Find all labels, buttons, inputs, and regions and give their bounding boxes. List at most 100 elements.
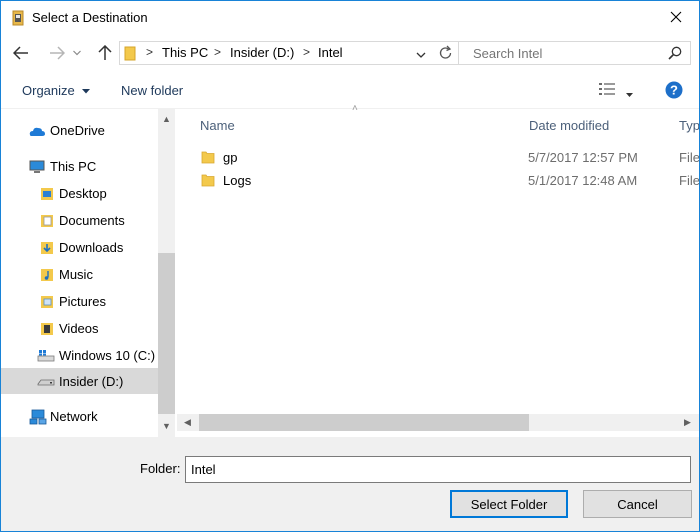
nav-vertical-scrollbar[interactable]: ▲ ▼ [158,109,175,437]
scroll-up-arrow-icon[interactable]: ▲ [162,114,171,124]
nav-item-label: Desktop [59,186,107,201]
arrow-left-icon [13,46,28,60]
organize-label: Organize [22,83,75,98]
column-header-date-modified[interactable]: Date modified [529,118,609,133]
folder-icon [201,150,215,167]
navigation-pane: OneDrive This PC Desktop Documents Downl… [1,109,177,437]
address-row: > This PC > Insider (D:) > Intel [1,34,699,72]
caret-down-icon [626,93,633,97]
nav-item-label: Windows 10 (C:) [59,348,156,363]
select-destination-dialog: Select a Destination > This PC > Insider… [0,0,700,532]
svg-text:?: ? [670,83,678,98]
search-input[interactable] [459,42,659,64]
help-button[interactable]: ? [665,81,683,102]
nav-item-insider-drive[interactable]: Insider (D:) [1,368,158,394]
nav-item-label: Videos [59,321,99,336]
breadcrumb-insider-drive[interactable]: Insider (D:) [230,45,294,60]
music-folder-icon [39,267,55,283]
file-date: 5/1/2017 12:48 AM [528,173,638,188]
nav-item-music[interactable]: Music [1,262,158,288]
nav-item-pictures[interactable]: Pictures [1,289,158,315]
system-drive-icon [37,348,55,364]
help-icon: ? [665,81,683,99]
scroll-thumb[interactable] [158,253,175,414]
back-button[interactable] [9,41,33,65]
select-folder-button[interactable]: Select Folder [450,490,568,518]
nav-item-windows-drive[interactable]: Windows 10 (C:) [1,343,158,369]
nav-item-videos[interactable]: Videos [1,316,158,342]
nav-item-label: Downloads [59,240,124,255]
documents-folder-icon [39,213,55,229]
refresh-button[interactable] [438,45,453,64]
close-icon [670,11,682,23]
close-button[interactable] [653,1,699,33]
nav-item-label: Network [50,409,98,424]
nav-item-desktop[interactable]: Desktop [1,181,158,207]
search-box[interactable] [458,41,691,65]
file-type: File [679,150,700,165]
arrow-right-icon [50,46,65,60]
forward-button[interactable] [45,41,69,65]
arrow-up-icon [98,45,112,60]
videos-folder-icon [39,321,55,337]
address-dropdown-button[interactable] [416,47,426,62]
organize-button[interactable]: Organize [22,83,91,98]
folder-name-input[interactable] [185,456,691,483]
nav-item-network[interactable]: Network [1,404,158,430]
file-list: ˄ Name Date modified Typ gp 5/7/2017 12:… [177,103,699,437]
command-bar: Organize New folder ? [1,72,699,109]
column-header-name[interactable]: Name [200,118,235,133]
recent-locations-button[interactable] [70,41,84,65]
nav-item-label: OneDrive [50,123,105,138]
breadcrumb-this-pc[interactable]: This PC [162,45,208,60]
view-dropdown-button[interactable] [626,86,633,101]
scroll-right-arrow-icon[interactable]: ▶ [684,417,691,428]
network-icon [29,409,47,425]
folder-icon [124,46,136,64]
breadcrumb-separator: > [146,45,154,59]
breadcrumb-separator: > [303,45,311,59]
computer-icon [29,159,45,175]
dialog-footer: Folder: Select Folder Cancel [1,437,699,531]
folder-icon [201,173,215,190]
file-name: Logs [223,173,252,188]
nav-item-label: Pictures [59,294,106,309]
nav-item-this-pc[interactable]: This PC [1,154,158,180]
view-options-button[interactable] [599,82,615,99]
column-header-type[interactable]: Typ [679,118,699,133]
cancel-button[interactable]: Cancel [583,490,692,518]
nav-item-label: Music [59,267,93,282]
chevron-down-icon [73,50,81,56]
address-bar[interactable]: > This PC > Insider (D:) > Intel [119,41,459,65]
scroll-down-arrow-icon[interactable]: ▼ [162,421,171,431]
file-row-gp[interactable]: gp 5/7/2017 12:57 PM File [177,147,699,169]
nav-item-documents[interactable]: Documents [1,208,158,234]
nav-item-label: Documents [59,213,125,228]
file-date: 5/7/2017 12:57 PM [528,150,638,165]
search-icon[interactable] [668,46,682,63]
refresh-icon [439,45,452,59]
file-list-horizontal-scrollbar[interactable]: ◀ ▶ [177,414,699,431]
downloads-folder-icon [39,240,55,256]
sort-ascending-icon: ˄ [352,103,358,114]
nav-item-downloads[interactable]: Downloads [1,235,158,261]
caret-down-icon [82,89,91,94]
scroll-left-arrow-icon[interactable]: ◀ [184,417,191,428]
file-row-logs[interactable]: Logs 5/1/2017 12:48 AM File [177,170,699,192]
file-name: gp [223,150,238,165]
breadcrumb-separator: > [214,45,222,59]
folder-app-icon [10,10,26,26]
nav-item-label: This PC [50,159,97,174]
up-button[interactable] [93,41,117,65]
new-folder-button[interactable]: New folder [121,83,183,98]
file-type: File [679,173,700,188]
scroll-thumb[interactable] [199,414,529,431]
desktop-folder-icon [39,186,55,202]
chevron-down-icon [416,52,426,58]
title-bar: Select a Destination [1,1,699,34]
breadcrumb-intel[interactable]: Intel [318,45,343,60]
details-view-icon [599,83,615,95]
nav-item-onedrive[interactable]: OneDrive [1,118,158,144]
folder-label: Folder: [140,461,181,476]
nav-item-label: Insider (D:) [59,374,124,389]
